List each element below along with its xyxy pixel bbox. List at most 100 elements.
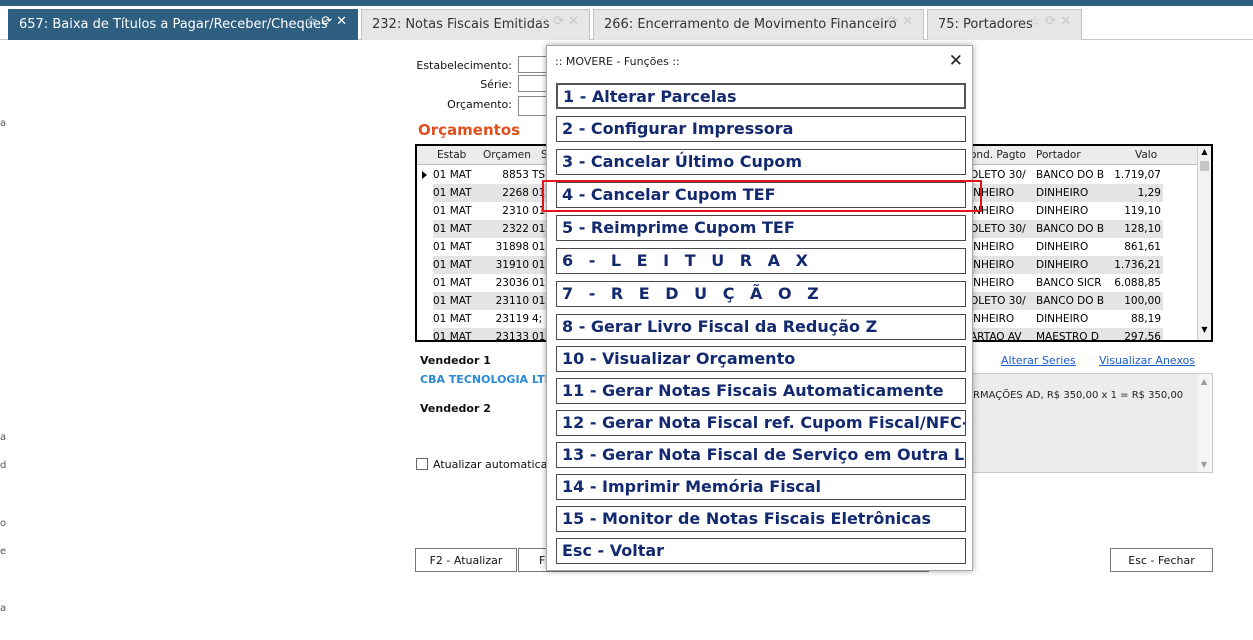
left-fragment: a [0, 118, 7, 129]
memo-scrollbar[interactable]: ▲ ▼ [1198, 374, 1212, 472]
close-icon[interactable]: ✕ [568, 14, 583, 29]
col-portador[interactable]: Portador [1036, 149, 1081, 161]
cell-orc: 23110 [495, 295, 529, 307]
cell-orc: 23119 [495, 313, 529, 325]
cell-estab: 01 MAT [433, 241, 472, 253]
section-title-orcamentos: Orçamentos [418, 121, 521, 139]
function-cancelar-cupom-tef-button[interactable]: 4 - Cancelar Cupom TEF [556, 182, 966, 208]
cell-valor: 1.719,07 [1114, 169, 1161, 181]
scroll-up-icon[interactable]: ▲ [1201, 377, 1207, 386]
dialog-title: :: MOVERE - Funções :: [555, 55, 680, 68]
star-icon[interactable]: ☆ [306, 14, 322, 29]
cell-port: DINHEIRO [1036, 259, 1089, 271]
cell-valor: 861,61 [1124, 241, 1161, 253]
function-monitor-nfe-button[interactable]: 15 - Monitor de Notas Fiscais Eletrônica… [556, 506, 966, 532]
refresh-icon[interactable]: ⟳ [887, 14, 902, 29]
col-valor[interactable]: Valo [1135, 149, 1157, 161]
cell-cond: OLETO 30/ [970, 223, 1026, 235]
cell-estab: 01 MAT [433, 313, 472, 325]
function-reimprime-cupom-tef-button[interactable]: 5 - Reimprime Cupom TEF [556, 215, 966, 241]
cell-s: TS [532, 169, 546, 181]
cell-estab: 01 MAT [433, 331, 472, 342]
function-esc-voltar-button[interactable]: Esc - Voltar [556, 538, 966, 564]
function-gerar-nf-ref-cupom-button[interactable]: 12 - Gerar Nota Fiscal ref. Cupom Fiscal… [556, 410, 966, 436]
tab-baixa-titulos[interactable]: 657: Baixa de Títulos a Pagar/Receber/Ch… [8, 9, 358, 40]
estabelecimento-input[interactable] [518, 56, 548, 73]
cell-estab: 01 MAT [433, 187, 472, 199]
cell-port: DINHEIRO [1036, 241, 1089, 253]
function-leitura-x-button[interactable]: 6 - L E I T U R A X [556, 248, 966, 274]
star-icon[interactable]: ☆ [538, 14, 554, 29]
function-visualizar-orcamento-button[interactable]: 10 - Visualizar Orçamento [556, 346, 966, 372]
cell-valor: 88,19 [1130, 313, 1161, 325]
app-window: 657: Baixa de Títulos a Pagar/Receber/Ch… [0, 0, 1253, 640]
cell-cond: INHEIRO [970, 259, 1015, 271]
function-configurar-impressora-button[interactable]: 2 - Configurar Impressora [556, 116, 966, 142]
cell-estab: 01 MAT [433, 169, 472, 181]
memo-text: RMAÇÕES AD, R$ 350,00 x 1 = R$ 350,00 [973, 390, 1184, 401]
esc-fechar-button[interactable]: Esc - Fechar [1110, 548, 1213, 572]
orcamento-input[interactable] [518, 96, 548, 116]
refresh-icon[interactable]: ⟳ [321, 14, 336, 29]
function-gerar-notas-automaticamente-button[interactable]: 11 - Gerar Notas Fiscais Automaticamente [556, 378, 966, 404]
left-fragment: o [0, 518, 7, 529]
tab-encerramento[interactable]: 266: Encerramento de Movimento Financeir… [593, 9, 924, 40]
cell-cond: INHEIRO [970, 187, 1015, 199]
left-fragment: e [0, 546, 7, 557]
star-icon[interactable]: ☆ [872, 14, 888, 29]
close-icon[interactable]: ✕ [902, 14, 917, 29]
cell-estab: 01 MAT [433, 259, 472, 271]
left-fragment: d [0, 460, 7, 471]
function-alterar-parcelas-button[interactable]: 1 - Alterar Parcelas [556, 83, 966, 109]
tab-label: 75: Portadores [938, 17, 1033, 32]
left-fragment: a [0, 432, 7, 443]
col-estab[interactable]: Estab [437, 149, 466, 161]
cell-orc: 8853 [502, 169, 529, 181]
scroll-down-icon[interactable]: ▼ [1198, 325, 1211, 339]
close-icon[interactable]: ✕ [336, 14, 351, 29]
cell-cond: OLETO 30/ [970, 169, 1026, 181]
cell-valor: 297,56 [1124, 331, 1161, 342]
visualizar-anexos-link[interactable]: Visualizar Anexos [1099, 354, 1195, 367]
refresh-icon[interactable]: ⟳ [1045, 14, 1060, 29]
movere-funcoes-dialog: :: MOVERE - Funções :: ✕ 1 - Alterar Par… [546, 45, 973, 571]
alterar-series-link[interactable]: Alterar Series [1001, 354, 1076, 367]
col-orcamento[interactable]: Orçamen [483, 149, 531, 161]
cell-s: 01 [532, 223, 546, 235]
function-cancelar-ultimo-cupom-button[interactable]: 3 - Cancelar Último Cupom [556, 149, 966, 175]
cell-orc: 31898 [495, 241, 529, 253]
atualizar-automaticamente-checkbox[interactable] [416, 458, 428, 470]
function-imprimir-memoria-fiscal-button[interactable]: 14 - Imprimir Memória Fiscal [556, 474, 966, 500]
observacoes-memo[interactable]: RMAÇÕES AD, R$ 350,00 x 1 = R$ 350,00 ▲ … [962, 373, 1213, 473]
close-icon[interactable]: ✕ [949, 51, 963, 71]
scroll-down-icon[interactable]: ▼ [1201, 460, 1207, 469]
cell-port: BANCO SICR [1036, 277, 1102, 289]
tab-notas-fiscais[interactable]: 232: Notas Fiscais Emitidas ☆⟳✕ [361, 9, 590, 40]
grid-scrollbar[interactable]: ▲ ▼ [1197, 146, 1211, 340]
f2-atualizar-button[interactable]: F2 - Atualizar [415, 548, 517, 572]
cell-cond: ARTAO AV [970, 331, 1022, 342]
star-icon[interactable]: ☆ [1030, 14, 1046, 29]
cell-port: MAESTRO D [1036, 331, 1099, 342]
function-gerar-nf-servico-outra-loja-button[interactable]: 13 - Gerar Nota Fiscal de Serviço em Out… [556, 442, 966, 468]
tab-portadores[interactable]: 75: Portadores ☆⟳✕ [927, 9, 1082, 40]
cell-s: 01 [532, 331, 546, 342]
serie-label: Série: [480, 78, 512, 91]
close-icon[interactable]: ✕ [1060, 14, 1075, 29]
cell-valor: 1,29 [1137, 187, 1161, 199]
col-cond-pagto[interactable]: ond. Pagto [970, 149, 1026, 161]
serie-input[interactable] [518, 75, 548, 92]
function-gerar-livro-fiscal-button[interactable]: 8 - Gerar Livro Fiscal da Redução Z [556, 314, 966, 340]
refresh-icon[interactable]: ⟳ [553, 14, 568, 29]
cell-s: 4; [532, 313, 543, 325]
tab-label: 232: Notas Fiscais Emitidas [372, 17, 550, 32]
cell-cond: INHEIRO [970, 313, 1015, 325]
cell-port: BANCO DO B [1036, 223, 1105, 235]
scroll-up-icon[interactable]: ▲ [1198, 147, 1211, 161]
cell-port: BANCO DO B [1036, 169, 1105, 181]
function-reducao-z-button[interactable]: 7 - R E D U Ç Ã O Z [556, 281, 966, 307]
cell-estab: 01 MAT [433, 295, 472, 307]
scroll-thumb[interactable] [1200, 161, 1209, 171]
tab-label: 266: Encerramento de Movimento Financeir… [604, 17, 897, 32]
cell-orc: 23036 [495, 277, 529, 289]
